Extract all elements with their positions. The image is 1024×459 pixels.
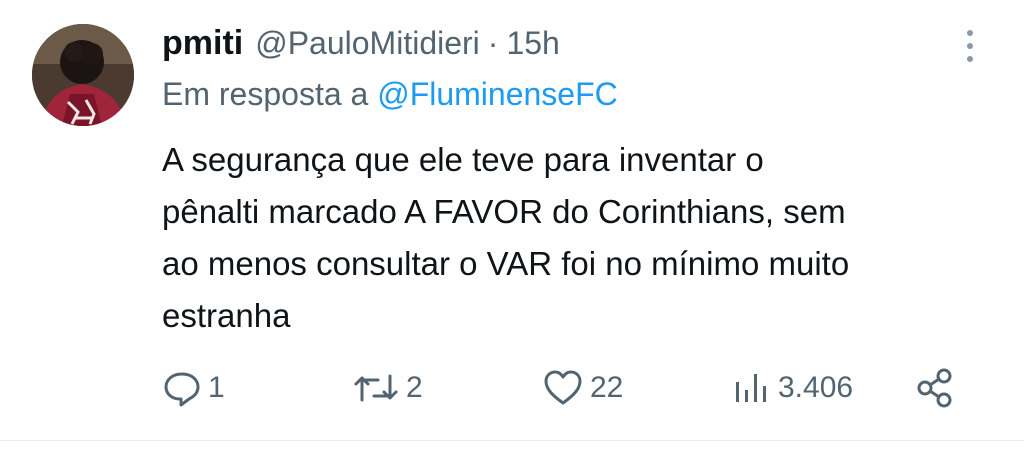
like-count: 22 bbox=[590, 371, 624, 404]
heart-icon bbox=[542, 368, 584, 408]
views-count: 3.406 bbox=[778, 371, 854, 404]
action-bar: 1 2 22 3.406 bbox=[162, 360, 982, 416]
more-options-button[interactable] bbox=[956, 26, 984, 66]
retweet-count: 2 bbox=[406, 371, 423, 404]
like-button[interactable]: 22 bbox=[542, 360, 623, 416]
reply-button[interactable]: 1 bbox=[162, 360, 225, 416]
tweet[interactable]: pmiti @PauloMitidieri · 15h Em resposta a … bbox=[0, 0, 1024, 440]
retweet-arrows-icon bbox=[352, 368, 400, 408]
tweet-text: A segurança que ele teve para inventar o… bbox=[162, 141, 850, 334]
divider bbox=[0, 440, 1024, 441]
meta-separator: · bbox=[487, 25, 499, 61]
retweet-button[interactable]: 2 bbox=[352, 360, 423, 416]
vertical-dots-icon bbox=[967, 29, 973, 36]
tweet-header: pmiti @PauloMitidieri · 15h bbox=[162, 24, 560, 64]
timestamp[interactable]: 15h bbox=[506, 25, 559, 61]
display-name[interactable]: pmiti bbox=[162, 24, 243, 63]
reply-context: Em resposta a @FluminenseFC bbox=[162, 76, 618, 113]
reply-handle-link[interactable]: @FluminenseFC bbox=[377, 76, 618, 112]
bar-chart-icon bbox=[732, 368, 772, 408]
speech-bubble-icon bbox=[162, 368, 202, 408]
avatar[interactable] bbox=[32, 24, 134, 126]
share-button[interactable] bbox=[914, 360, 958, 416]
reply-count: 1 bbox=[208, 371, 225, 404]
share-nodes-icon bbox=[914, 366, 958, 410]
avatar-image bbox=[32, 24, 134, 126]
author-meta: @PauloMitidieri · 15h bbox=[255, 25, 560, 62]
views-button[interactable]: 3.406 bbox=[732, 360, 853, 416]
author-handle[interactable]: @PauloMitidieri bbox=[255, 25, 480, 61]
reply-prefix: Em resposta a bbox=[162, 76, 369, 112]
